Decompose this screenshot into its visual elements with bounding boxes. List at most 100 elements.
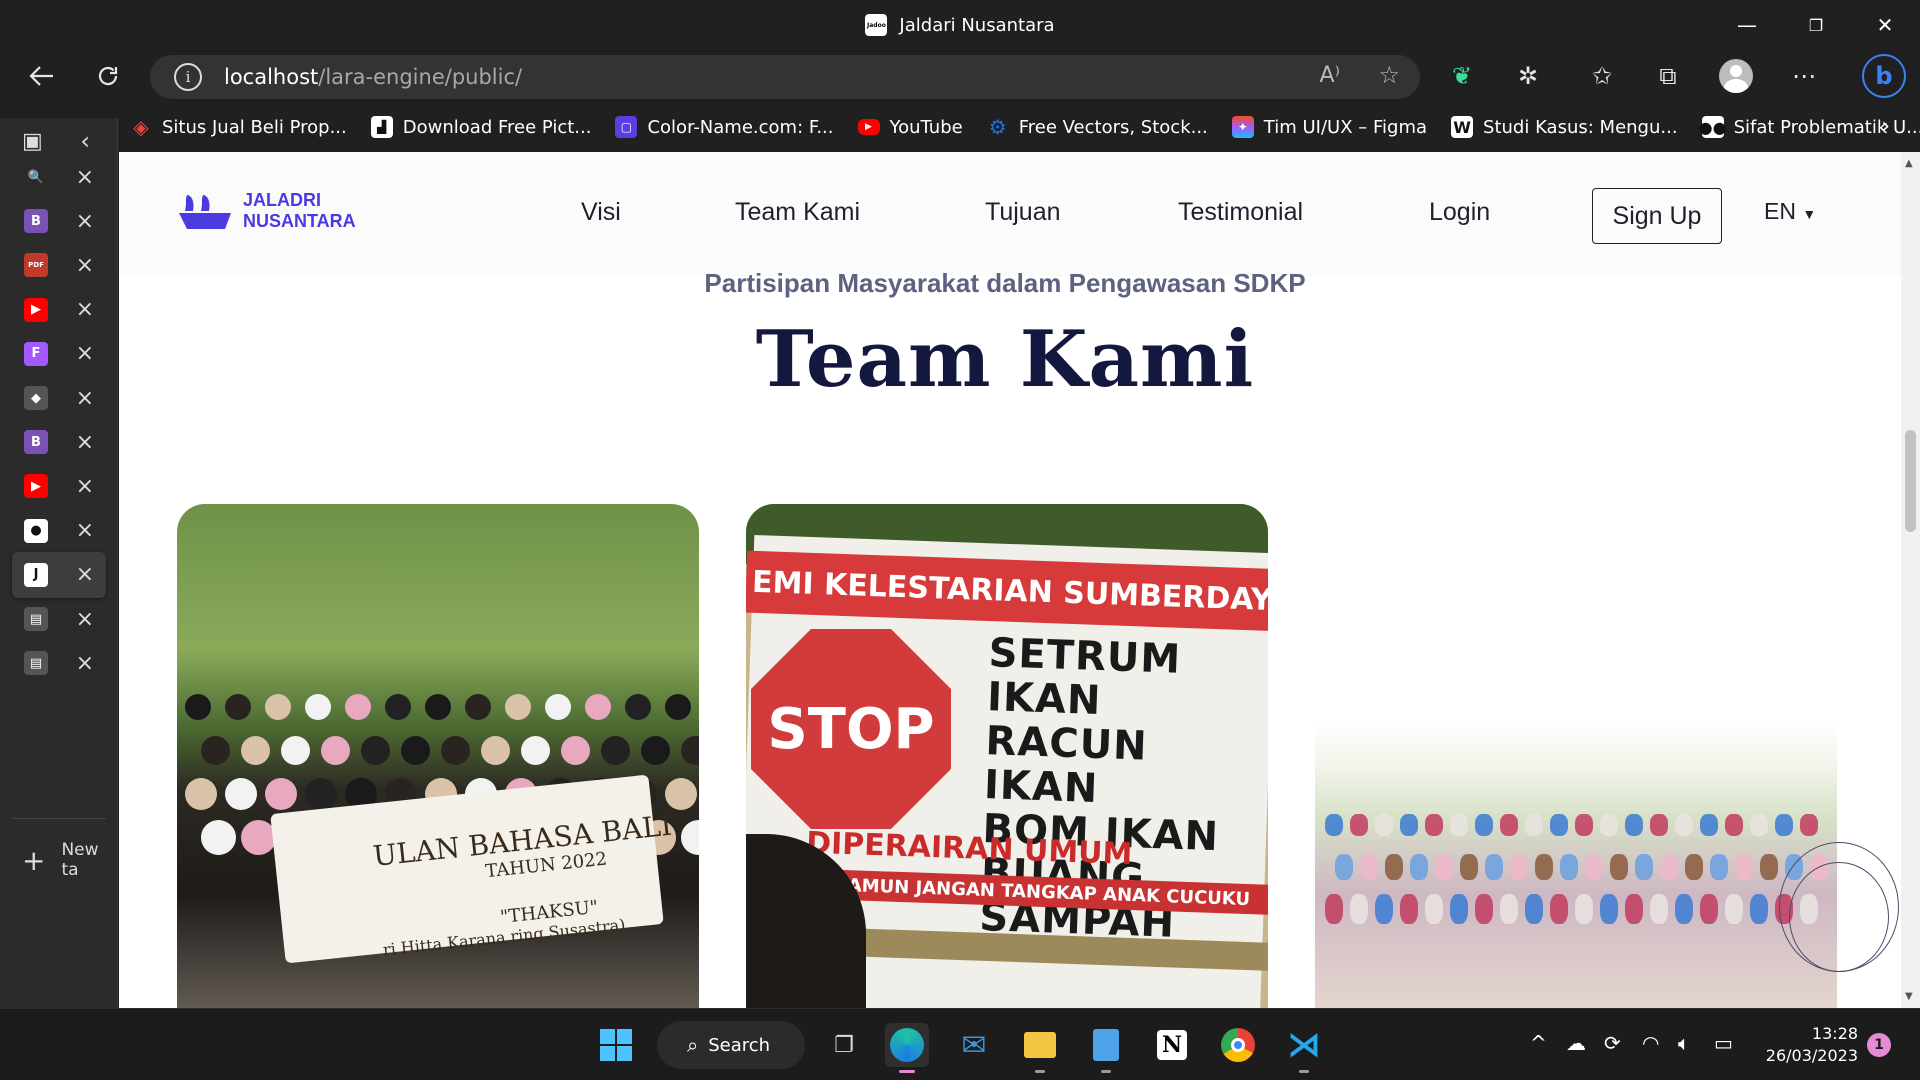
- nav-link-login[interactable]: Login: [1429, 198, 1490, 227]
- taskbar-chrome[interactable]: [1216, 1023, 1260, 1067]
- crowd-person: [281, 736, 310, 765]
- add-favorite-icon[interactable]: ☆: [1378, 61, 1400, 89]
- onedrive-cloud-icon[interactable]: ☁: [1566, 1031, 1586, 1055]
- taskbar-vscode[interactable]: ⋊: [1282, 1023, 1326, 1073]
- language-dropdown[interactable]: EN ▼: [1764, 198, 1816, 225]
- close-tab-icon[interactable]: ×: [76, 474, 94, 499]
- maximize-button[interactable]: ❐: [1783, 0, 1849, 50]
- close-tab-icon[interactable]: ×: [76, 430, 94, 455]
- site-info-icon[interactable]: i: [174, 63, 202, 91]
- nav-link-tujuan[interactable]: Tujuan: [985, 198, 1061, 227]
- close-tab-icon[interactable]: ×: [76, 165, 94, 190]
- url-text[interactable]: localhost/lara-engine/public/: [224, 65, 522, 89]
- sidebar-tab-bootstrap-tab-2[interactable]: B ×: [12, 419, 106, 465]
- refresh-button[interactable]: [88, 56, 128, 96]
- sidebar-tab-pdf-tab[interactable]: PDF ×: [12, 242, 106, 288]
- bookmark-item[interactable]: W Studi Kasus: Mengu...: [1439, 116, 1690, 138]
- wifi-icon[interactable]: ◠: [1642, 1031, 1659, 1055]
- back-button[interactable]: [22, 56, 62, 96]
- pdf-icon: PDF: [24, 253, 48, 278]
- taskbar-file-explorer[interactable]: [1018, 1023, 1062, 1073]
- bookmarks-more-chevron-icon[interactable]: ›: [1881, 114, 1890, 139]
- tray-overflow-icon[interactable]: ^: [1530, 1031, 1547, 1055]
- volume-icon[interactable]: 🔈︎: [1678, 1031, 1690, 1055]
- bookmark-item[interactable]: ▢ Color-Name.com: F...: [603, 116, 845, 138]
- crowd-person: [521, 736, 550, 765]
- bookmark-item[interactable]: ▶ YouTube: [846, 117, 975, 138]
- new-tab-button[interactable]: + New ta: [22, 840, 117, 880]
- bookmark-item[interactable]: ◈ Situs Jual Beli Prop...: [118, 115, 359, 139]
- figma-icon: F: [24, 341, 48, 366]
- scrollbar-thumb[interactable]: [1905, 430, 1916, 532]
- crowd-person: [1685, 854, 1703, 880]
- close-tab-icon[interactable]: ×: [76, 297, 94, 322]
- sidebar-tab-youtube-tab-1[interactable]: ▶ ×: [12, 287, 106, 333]
- close-tab-icon[interactable]: ×: [76, 651, 94, 676]
- bookmark-item[interactable]: ✦ Tim UI/UX – Figma: [1220, 116, 1439, 138]
- team-photo-card[interactable]: EMI KELESTARIAN SUMBERDAYA PERIKANA STOP…: [746, 504, 1268, 1008]
- sidebar-tab-jadoo-tab[interactable]: J ×: [12, 551, 106, 598]
- task-view-button[interactable]: ❐: [822, 1023, 866, 1067]
- crowd-person: [1710, 854, 1728, 880]
- scroll-down-icon[interactable]: ▼: [1905, 991, 1913, 1002]
- more-options-icon[interactable]: ⋯: [1784, 56, 1824, 96]
- taskbar-search[interactable]: ⌕ Search: [657, 1021, 805, 1069]
- sidebar-tab-layers-tab[interactable]: ◆ ×: [12, 375, 106, 421]
- close-tab-icon[interactable]: ×: [76, 518, 94, 543]
- close-tab-icon[interactable]: ×: [76, 253, 94, 278]
- sign-up-button[interactable]: Sign Up: [1592, 188, 1722, 244]
- sidebar-tab-page-tab-1[interactable]: ▤ ×: [12, 596, 106, 642]
- sync-icon[interactable]: ⟳: [1604, 1031, 1621, 1055]
- nav-link-visi[interactable]: Visi: [581, 198, 621, 227]
- close-tab-icon[interactable]: ×: [76, 607, 94, 632]
- figma-icon: ✦: [1231, 116, 1254, 138]
- profile-avatar[interactable]: [1716, 56, 1756, 96]
- sidebar-tab-search-tab[interactable]: 🔍 ×: [12, 154, 106, 200]
- crowd-person: [1600, 894, 1618, 924]
- tab-actions-icon[interactable]: ▣: [22, 129, 43, 154]
- sidebar-tab-github-tab[interactable]: ● ×: [12, 508, 106, 554]
- edge-icon: [890, 1028, 924, 1062]
- extensions-icon[interactable]: ✲: [1508, 56, 1548, 96]
- notification-badge[interactable]: 1: [1867, 1033, 1891, 1057]
- page-scrollbar[interactable]: ▲ ▼: [1901, 152, 1920, 1008]
- close-window-button[interactable]: ✕: [1852, 0, 1918, 50]
- minimize-button[interactable]: —: [1714, 0, 1780, 50]
- close-tab-icon[interactable]: ×: [76, 562, 94, 587]
- scroll-up-icon[interactable]: ▲: [1905, 158, 1913, 169]
- start-button[interactable]: [594, 1023, 638, 1067]
- team-photo-card[interactable]: ULAN BAHASA BALI TAHUN 2022 "THAKSU" ri …: [177, 504, 699, 1008]
- sidebar-tab-youtube-tab-2[interactable]: ▶ ×: [12, 463, 106, 509]
- close-tab-icon[interactable]: ×: [76, 209, 94, 234]
- read-aloud-icon[interactable]: A⁾: [1320, 63, 1340, 88]
- sidebar-tab-page-tab-2[interactable]: ▤ ×: [12, 640, 106, 686]
- bookmark-item[interactable]: ▟ Download Free Pict...: [359, 116, 604, 138]
- collections-icon[interactable]: ⧉: [1648, 56, 1688, 96]
- clock[interactable]: 13:28 26/03/2023: [1748, 1023, 1858, 1067]
- nav-link-team-kami[interactable]: Team Kami: [735, 198, 860, 227]
- nav-link-testimonial[interactable]: Testimonial: [1178, 198, 1303, 227]
- extension-feather-icon[interactable]: ❦: [1442, 56, 1482, 96]
- address-bar[interactable]: i localhost/lara-engine/public/ A⁾ ☆: [150, 55, 1420, 99]
- close-tab-icon[interactable]: ×: [76, 386, 94, 411]
- site-logo[interactable]: JALADRI NUSANTARA: [177, 190, 356, 232]
- crowd-person: [601, 736, 630, 765]
- collapse-sidebar-icon[interactable]: ‹: [80, 127, 90, 155]
- battery-icon[interactable]: ▭: [1714, 1031, 1733, 1055]
- sidebar-tab-bootstrap-tab-1[interactable]: B ×: [12, 198, 106, 244]
- crowd-person: [1550, 894, 1568, 924]
- crowd-person: [1560, 854, 1578, 880]
- crowd-person: [201, 820, 236, 855]
- boat-logo-icon: [179, 195, 231, 229]
- taskbar-edge[interactable]: [885, 1023, 929, 1073]
- team-photo-card[interactable]: [1315, 504, 1837, 1008]
- taskbar-mail[interactable]: ✉: [952, 1023, 996, 1067]
- close-tab-icon[interactable]: ×: [76, 341, 94, 366]
- taskbar-notion[interactable]: N: [1150, 1023, 1194, 1067]
- sidebar-tab-figma-tab[interactable]: F ×: [12, 331, 106, 377]
- bookmark-item[interactable]: ⚙ Free Vectors, Stock...: [975, 115, 1220, 139]
- taskbar-notepad[interactable]: [1084, 1023, 1128, 1073]
- bing-chat-icon[interactable]: b: [1860, 52, 1908, 100]
- crowd-person: [1700, 814, 1718, 836]
- favorites-icon[interactable]: ✩: [1582, 56, 1622, 96]
